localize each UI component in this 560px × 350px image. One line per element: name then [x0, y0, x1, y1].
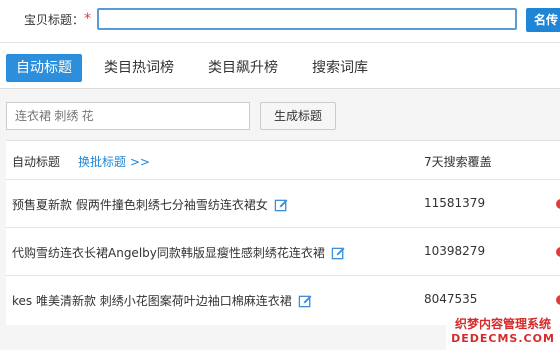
generate-title-button[interactable]: 生成标题 — [260, 102, 336, 130]
title-label: 宝贝标题： — [24, 13, 85, 27]
row-title: 代购雪纺连衣长裙Angelby同款韩版显瘦性感刺绣花连衣裙 — [12, 246, 325, 260]
row-coverage: 8047535 — [424, 292, 478, 306]
edit-icon[interactable] — [298, 294, 313, 309]
title-table: 自动标题 换批标题 >> 7天搜索覆盖 预售夏新款 假两件撞色刺绣七分袖雪纺连衣… — [6, 140, 560, 325]
table-row: 预售夏新款 假两件撞色刺绣七分袖雪纺连衣裙女 11581379 — [6, 179, 560, 228]
title-form-row: 宝贝标题： * 名传 — [0, 0, 560, 40]
tab-bar: 自动标题 类目热词榜 类目飙升榜 搜索词库 — [0, 52, 560, 86]
table-row: 代购雪纺连衣长裙Angelby同款韩版显瘦性感刺绣花连衣裙 10398279 — [6, 227, 560, 276]
name-button[interactable]: 名传 — [526, 8, 560, 32]
row-indicator — [556, 247, 560, 257]
watermark-line2: DEDECMS.COM — [451, 332, 555, 345]
row-indicator — [556, 295, 560, 305]
row-title-cell: 预售夏新款 假两件撞色刺绣七分袖雪纺连衣裙女 — [12, 196, 289, 213]
header-7day-coverage: 7天搜索覆盖 — [424, 155, 492, 169]
row-title: 预售夏新款 假两件撞色刺绣七分袖雪纺连衣裙女 — [12, 198, 268, 212]
row-coverage: 10398279 — [424, 244, 486, 258]
tab-category-rising[interactable]: 类目飙升榜 — [208, 54, 278, 82]
row-indicator — [556, 199, 560, 209]
batch-titles-link[interactable]: 换批标题 >> — [78, 153, 150, 170]
panel-divider — [0, 88, 560, 89]
row-coverage: 11581379 — [424, 196, 486, 210]
table-header: 自动标题 换批标题 >> 7天搜索覆盖 — [6, 141, 560, 179]
row-title-cell: kes 唯美清新款 刺绣小花图案荷叶边袖口棉麻连衣裙 — [12, 292, 313, 309]
required-mark: * — [84, 11, 91, 27]
divider — [0, 42, 560, 43]
auto-title-panel: 生成标题 自动标题 换批标题 >> 7天搜索覆盖 预售夏新款 假两件撞色刺绣七分… — [0, 88, 560, 350]
row-title: kes 唯美清新款 刺绣小花图案荷叶边袖口棉麻连衣裙 — [12, 294, 292, 308]
item-title-input[interactable] — [97, 8, 517, 30]
row-title-cell: 代购雪纺连衣长裙Angelby同款韩版显瘦性感刺绣花连衣裙 — [12, 244, 346, 261]
header-auto-title: 自动标题 — [12, 155, 61, 169]
tab-search-lexicon[interactable]: 搜索词库 — [312, 54, 368, 82]
tab-auto-title[interactable]: 自动标题 — [6, 54, 82, 82]
edit-icon[interactable] — [331, 246, 346, 261]
watermark: 织梦内容管理系统 DEDECMS.COM — [446, 313, 560, 350]
edit-icon[interactable] — [274, 198, 289, 213]
tab-category-hot-words[interactable]: 类目热词榜 — [104, 54, 174, 82]
keyword-input[interactable] — [6, 102, 250, 130]
watermark-line1: 织梦内容管理系统 — [454, 317, 551, 331]
